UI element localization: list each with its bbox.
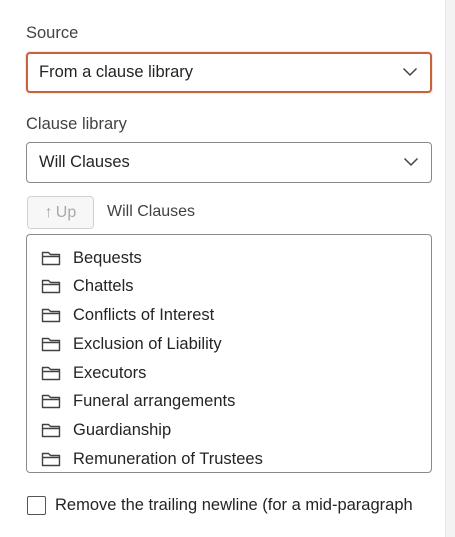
list-item-funeral-arrangements[interactable]: Funeral arrangements: [41, 389, 235, 413]
panel-edge: [445, 0, 455, 537]
list-item-label: Chattels: [73, 276, 134, 295]
clause-library-selected-value: Will Clauses: [39, 153, 130, 171]
source-dropdown[interactable]: From a clause library: [26, 52, 432, 93]
list-item-executors[interactable]: Executors: [41, 361, 146, 385]
folder-icon: [41, 366, 61, 381]
remove-trailing-newline-checkbox[interactable]: [27, 495, 46, 515]
list-item-label: Guardianship: [73, 420, 172, 439]
folder-list[interactable]: Bequests Chattels Conflicts of Interest …: [26, 234, 432, 473]
chevron-down-icon: [403, 157, 419, 166]
up-arrow-icon: ↑: [44, 203, 53, 221]
folder-icon: [41, 279, 61, 294]
folder-icon: [41, 251, 61, 266]
list-item-label: Exclusion of Liability: [73, 334, 222, 353]
remove-trailing-newline-label: Remove the trailing newline (for a mid-p…: [55, 495, 413, 514]
folder-icon: [41, 394, 61, 409]
clause-library-dropdown[interactable]: Will Clauses: [26, 142, 432, 183]
list-item-remuneration-of-trustees[interactable]: Remuneration of Trustees: [41, 447, 263, 471]
chevron-down-icon: [402, 67, 418, 76]
up-button[interactable]: ↑ Up: [27, 196, 94, 229]
folder-icon: [41, 452, 61, 467]
list-item-label: Bequests: [73, 248, 142, 267]
source-label: Source: [26, 24, 79, 42]
list-item-label: Executors: [73, 363, 147, 382]
folder-icon: [41, 308, 61, 323]
list-item-label: Conflicts of Interest: [73, 305, 215, 324]
list-item-chattels[interactable]: Chattels: [41, 274, 134, 298]
up-button-label: Up: [55, 203, 77, 221]
list-item-label: Remuneration of Trustees: [73, 449, 263, 468]
folder-icon: [41, 423, 61, 438]
list-item-conflicts-of-interest[interactable]: Conflicts of Interest: [41, 303, 214, 327]
current-folder-breadcrumb: Will Clauses: [107, 203, 196, 220]
list-item-exclusion-of-liability[interactable]: Exclusion of Liability: [41, 332, 222, 356]
clause-library-label: Clause library: [26, 115, 127, 133]
source-selected-value: From a clause library: [39, 63, 194, 81]
list-item-bequests[interactable]: Bequests: [41, 246, 142, 270]
list-item-guardianship[interactable]: Guardianship: [41, 418, 171, 442]
list-item-label: Funeral arrangements: [73, 391, 236, 410]
remove-trailing-newline-option[interactable]: Remove the trailing newline (for a mid-p…: [27, 493, 445, 517]
folder-icon: [41, 337, 61, 352]
